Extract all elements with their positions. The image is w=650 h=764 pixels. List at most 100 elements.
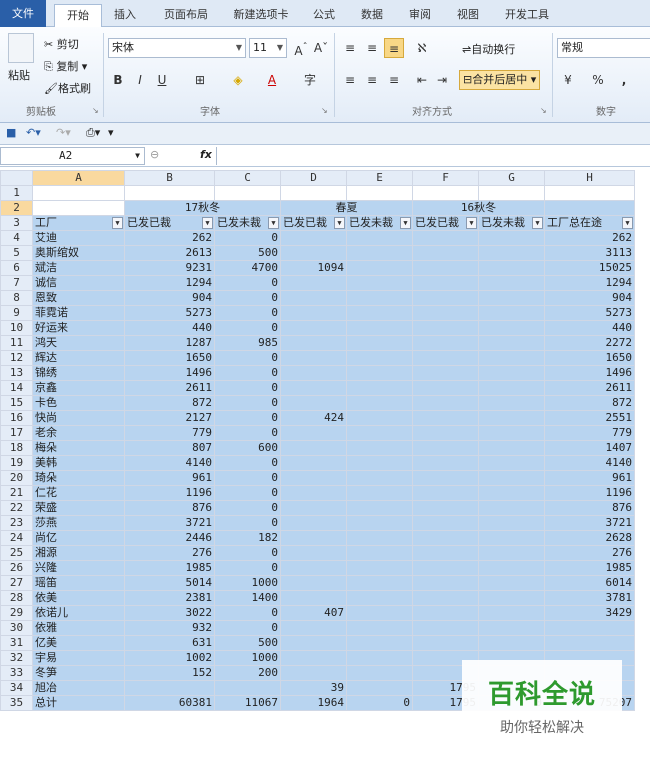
redo-icon[interactable]: ↷▾ [56,126,71,139]
align-right-icon[interactable]: ≡ [384,70,404,90]
value-cell[interactable] [214,680,281,696]
value-cell[interactable] [280,380,347,396]
value-cell[interactable]: 0 [214,620,281,636]
value-cell[interactable] [478,515,545,531]
value-cell[interactable]: 1650 [124,350,215,366]
tab-page-layout[interactable]: 页面布局 [150,4,222,27]
factory-name-cell[interactable]: 依诺儿 [32,605,125,621]
column-header[interactable]: G [478,170,545,186]
factory-name-cell[interactable]: 荣盛 [32,500,125,516]
value-cell[interactable] [346,365,413,381]
value-cell[interactable] [544,635,635,651]
value-cell[interactable] [412,335,479,351]
value-cell[interactable]: 1985 [124,560,215,576]
value-cell[interactable] [346,530,413,546]
factory-name-cell[interactable]: 尚亿 [32,530,125,546]
column-header-cell[interactable]: 已发已裁 ▼ [412,215,479,231]
value-cell[interactable] [346,560,413,576]
value-cell[interactable]: 276 [544,545,635,561]
value-cell[interactable]: 600 [214,440,281,456]
value-cell[interactable] [280,335,347,351]
value-cell[interactable]: 424 [280,410,347,426]
value-cell[interactable]: 872 [544,395,635,411]
value-cell[interactable]: 440 [124,320,215,336]
cell[interactable] [544,200,635,216]
column-header-cell[interactable]: 工厂总在途 ▼ [544,215,635,231]
value-cell[interactable]: 6014 [544,575,635,591]
filter-dropdown-icon[interactable]: ▼ [112,217,123,229]
tab-home[interactable]: 开始 [54,4,102,27]
row-header[interactable]: 18 [0,440,33,456]
border-icon[interactable]: ⊞ [190,70,210,90]
value-cell[interactable]: 3721 [124,515,215,531]
value-cell[interactable] [280,440,347,456]
value-cell[interactable]: 0 [214,455,281,471]
row-header[interactable]: 35 [0,695,33,711]
value-cell[interactable] [412,560,479,576]
value-cell[interactable] [280,305,347,321]
value-cell[interactable]: 1650 [544,350,635,366]
value-cell[interactable]: 276 [124,545,215,561]
value-cell[interactable] [412,575,479,591]
value-cell[interactable] [280,665,347,681]
value-cell[interactable] [478,410,545,426]
tab-view[interactable]: 视图 [446,4,490,27]
row-header[interactable]: 8 [0,290,33,306]
value-cell[interactable]: 3429 [544,605,635,621]
row-header[interactable]: 1 [0,185,33,201]
factory-name-cell[interactable]: 菲霓诺 [32,305,125,321]
value-cell[interactable] [346,350,413,366]
value-cell[interactable]: 0 [214,380,281,396]
underline-button[interactable]: U [152,70,172,90]
value-cell[interactable]: 3781 [544,590,635,606]
value-cell[interactable] [478,500,545,516]
value-cell[interactable] [478,425,545,441]
row-header[interactable]: 27 [0,575,33,591]
value-cell[interactable] [478,350,545,366]
value-cell[interactable]: 0 [214,365,281,381]
value-cell[interactable]: 1000 [214,575,281,591]
value-cell[interactable] [478,395,545,411]
factory-name-cell[interactable]: 老余 [32,425,125,441]
value-cell[interactable]: 0 [214,515,281,531]
factory-name-cell[interactable]: 好运来 [32,320,125,336]
value-cell[interactable]: 779 [544,425,635,441]
grow-font-icon[interactable]: Aˆ [291,38,311,58]
cell[interactable] [544,185,635,201]
value-cell[interactable] [478,560,545,576]
factory-name-cell[interactable]: 琦朵 [32,470,125,486]
value-cell[interactable]: 200 [214,665,281,681]
value-cell[interactable] [478,275,545,291]
value-cell[interactable]: 876 [544,500,635,516]
value-cell[interactable] [346,260,413,276]
value-cell[interactable]: 779 [124,425,215,441]
value-cell[interactable] [478,230,545,246]
value-cell[interactable] [346,650,413,666]
align-middle-icon[interactable]: ≡ [362,38,382,58]
value-cell[interactable]: 0 [214,560,281,576]
value-cell[interactable]: 0 [214,605,281,621]
value-cell[interactable] [412,350,479,366]
value-cell[interactable]: 39 [280,680,347,696]
filter-dropdown-icon[interactable]: ▼ [532,217,543,229]
value-cell[interactable] [412,485,479,501]
value-cell[interactable] [280,395,347,411]
value-cell[interactable]: 0 [346,695,413,711]
row-header[interactable]: 30 [0,620,33,636]
value-cell[interactable] [412,470,479,486]
value-cell[interactable]: 2628 [544,530,635,546]
value-cell[interactable] [346,515,413,531]
factory-name-cell[interactable]: 依雅 [32,620,125,636]
value-cell[interactable] [412,455,479,471]
factory-name-cell[interactable]: 宇易 [32,650,125,666]
factory-name-cell[interactable]: 梅朵 [32,440,125,456]
row-header[interactable]: 13 [0,365,33,381]
row-header[interactable]: 6 [0,260,33,276]
value-cell[interactable]: 1287 [124,335,215,351]
value-cell[interactable]: 0 [214,545,281,561]
value-cell[interactable] [346,635,413,651]
value-cell[interactable] [544,620,635,636]
value-cell[interactable] [280,530,347,546]
factory-name-cell[interactable]: 仁花 [32,485,125,501]
value-cell[interactable] [280,275,347,291]
